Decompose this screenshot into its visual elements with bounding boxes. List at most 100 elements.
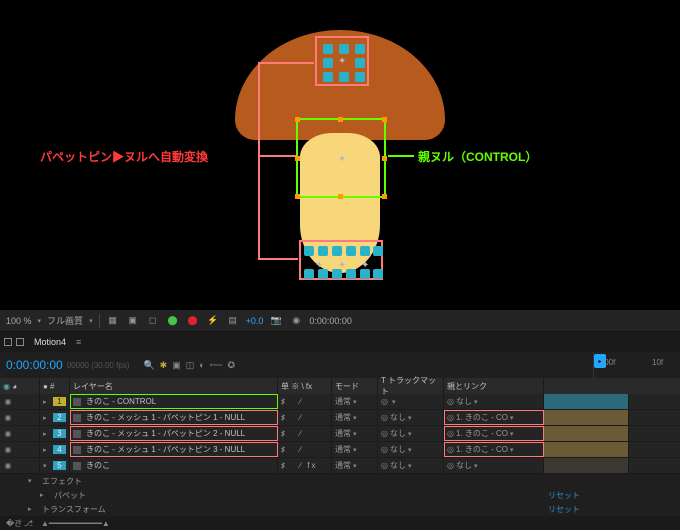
annotation-puppet-pin: パペットピン▶ヌルへ自動変換 [40, 148, 208, 165]
twirl-icon[interactable]: ▸ [43, 430, 51, 438]
layer-bar[interactable] [544, 458, 629, 473]
parent-link[interactable]: ◎ 1. きのこ - CO▾ [444, 426, 544, 441]
warn-icon[interactable]: ⬤ [186, 314, 200, 328]
prop-effects[interactable]: エフェクト [42, 476, 82, 487]
panel-menu-icon[interactable] [4, 338, 12, 346]
track-matte[interactable]: ◎ なし ▾ [378, 410, 444, 425]
parent-link[interactable]: ◎ 1. きのこ - CO▾ [444, 410, 544, 425]
shy-icon[interactable]: ✱ [160, 360, 168, 371]
layer-switches[interactable]: ♯ ∕ [278, 394, 332, 409]
toolbar-timecode: 0:00:00:00 [309, 316, 352, 326]
parent-link[interactable]: ◎ なし▾ [444, 458, 544, 473]
layer-switches[interactable]: ♯ ∕ [278, 426, 332, 441]
track-matte[interactable]: ◎ ▾ [378, 394, 444, 409]
layer-bar[interactable] [544, 394, 629, 409]
layer-name[interactable]: きのこ - メッシュ 1 - パペットピン 2 - NULL [70, 426, 278, 441]
color-icon[interactable]: ⬤ [166, 314, 180, 328]
settings-icon[interactable]: ▤ [226, 314, 240, 328]
panel-menu-icon-2[interactable] [16, 338, 24, 346]
reset-link[interactable]: リセット [548, 490, 580, 501]
timeline-panel: 100 %▾ フル画質▾ ▦ ▣ ◻ ⬤ ⬤ ⚡ ▤ +0.0 📷 ◉ 0:00… [0, 310, 680, 523]
reset-link[interactable]: リセット [548, 504, 580, 515]
scrub-bar[interactable]: �관 ⎇ ▲━━━━━━━━━━━▲ [0, 516, 680, 530]
layer-name[interactable]: きのこ - メッシュ 1 - パペットピン 3 - NULL [70, 442, 278, 457]
col-trackmatte[interactable]: T トラックマット [378, 378, 444, 394]
visibility-icon[interactable]: ◉ [3, 429, 13, 438]
layer-row[interactable]: ◉ ▸2 きのこ - メッシュ 1 - パペットピン 1 - NULL♯ ∕ 通常 … [0, 410, 680, 426]
col-mode[interactable]: モード [332, 378, 378, 394]
layer-index: 4 [53, 445, 66, 454]
tab-bar: Motion4 ≡ [0, 332, 680, 352]
motionblur-icon[interactable]: ◐ [199, 360, 204, 371]
quality-dropdown[interactable]: フル画質 [47, 314, 83, 327]
graph-icon[interactable]: ⬳ [210, 360, 223, 371]
current-time[interactable]: 0:00:00:00 [6, 358, 63, 372]
twirl-icon[interactable]: ▸ [43, 414, 51, 422]
blend-mode[interactable]: 通常 ▾ [332, 458, 378, 473]
guides-icon[interactable]: ▣ [126, 314, 140, 328]
layer-name[interactable]: きのこ - メッシュ 1 - パペットピン 1 - NULL [70, 410, 278, 425]
layer-index: 3 [53, 429, 66, 438]
layer-properties: ▾エフェクト ▸パペットリセット ▸トランスフォームリセット [0, 474, 680, 516]
visibility-icon[interactable]: ◉ [3, 445, 13, 454]
layer-bar[interactable] [544, 442, 629, 457]
twirl-icon[interactable]: ▸ [43, 398, 51, 406]
snapshot-icon[interactable]: 📷 [269, 314, 283, 328]
blend-mode[interactable]: 通常 ▾ [332, 410, 378, 425]
brain-icon[interactable]: ✪ [228, 360, 236, 371]
layer-switches[interactable]: ♯ ∕ [278, 410, 332, 425]
track-matte[interactable]: ◎ なし ▾ [378, 442, 444, 457]
draft-icon[interactable]: ▣ [172, 360, 181, 371]
composition-viewer[interactable]: ✦ ✦ ✦✦✦ パペットピン▶ヌルへ自動変換 親ヌル（CONTROL） [0, 0, 680, 300]
show-snapshot-icon[interactable]: ◉ [289, 314, 303, 328]
twirl-icon[interactable]: ▸ [43, 446, 51, 454]
parent-link[interactable]: ◎ なし▾ [444, 394, 544, 409]
visibility-icon[interactable]: ◉ [3, 413, 13, 422]
layer-row[interactable]: ◉ ▸1 きのこ - CONTROL♯ ∕ 通常 ▾◎ ▾◎ なし▾ [0, 394, 680, 410]
search-icon[interactable]: 🔍 [143, 360, 154, 371]
track-matte[interactable]: ◎ なし ▾ [378, 458, 444, 473]
layer-index: 2 [53, 413, 66, 422]
zoom-dropdown[interactable]: 100 % [6, 316, 32, 326]
track-matte[interactable]: ◎ なし ▾ [378, 426, 444, 441]
layer-switches[interactable]: ♯ ∕ [278, 442, 332, 457]
col-layer-name[interactable]: レイヤー名 [70, 378, 278, 394]
frameblend-icon[interactable]: ◫ [186, 360, 195, 371]
selection-bottom: ✦✦✦ [299, 240, 383, 280]
layer-index: 5 [53, 461, 66, 470]
layer-row[interactable]: ◉ ▾5 きのこ♯ ∕ fx通常 ▾◎ なし ▾◎ なし▾ [0, 458, 680, 474]
layer-row[interactable]: ◉ ▸3 きのこ - メッシュ 1 - パペットピン 2 - NULL♯ ∕ 通常 … [0, 426, 680, 442]
selection-control: ✦ [296, 118, 386, 198]
visibility-icon[interactable]: ◉ [3, 397, 13, 406]
selection-top: ✦ [315, 36, 369, 86]
layer-bar[interactable] [544, 410, 629, 425]
annotation-parent-null: 親ヌル（CONTROL） [418, 148, 537, 165]
layer-name[interactable]: きのこ [70, 458, 278, 473]
layer-name[interactable]: きのこ - CONTROL [70, 394, 278, 409]
col-parent[interactable]: 親とリンク [444, 378, 544, 394]
time-ruler[interactable]: ▸ :00f 10f [593, 352, 678, 378]
layer-index: 1 [53, 397, 66, 406]
mask-icon[interactable]: ◻ [146, 314, 160, 328]
column-headers: ◉ ◕ ● # レイヤー名 单 ※ \ fx モード T トラックマット 親とリ… [0, 378, 680, 394]
twirl-icon[interactable]: ▾ [43, 462, 51, 470]
toggle-switches-icon: �관 ⎇ [6, 518, 33, 529]
tab-comp[interactable]: Motion4 [28, 336, 72, 348]
offset-field[interactable]: +0.0 [246, 316, 264, 326]
timecode-row: 0:00:00:00 00000 (30.00 fps) 🔍 ✱ ▣ ◫ ◐ ⬳… [0, 352, 680, 378]
col-flags: 单 ※ \ fx [278, 378, 332, 394]
parent-link[interactable]: ◎ 1. きのこ - CO▾ [444, 442, 544, 457]
layer-bar[interactable] [544, 426, 629, 441]
prop-puppet[interactable]: パペット [54, 490, 86, 501]
viewer-toolbar: 100 %▾ フル画質▾ ▦ ▣ ◻ ⬤ ⬤ ⚡ ▤ +0.0 📷 ◉ 0:00… [0, 310, 680, 332]
layer-switches[interactable]: ♯ ∕ fx [278, 458, 332, 473]
blend-mode[interactable]: 通常 ▾ [332, 442, 378, 457]
layer-row[interactable]: ◉ ▸4 きのこ - メッシュ 1 - パペットピン 3 - NULL♯ ∕ 通常 … [0, 442, 680, 458]
blend-mode[interactable]: 通常 ▾ [332, 426, 378, 441]
prop-transform[interactable]: トランスフォーム [42, 504, 106, 515]
grid-icon[interactable]: ▦ [106, 314, 120, 328]
visibility-icon[interactable]: ◉ [3, 461, 13, 470]
bolt-icon[interactable]: ⚡ [206, 314, 220, 328]
current-frame: 00000 (30.00 fps) [67, 361, 130, 370]
blend-mode[interactable]: 通常 ▾ [332, 394, 378, 409]
